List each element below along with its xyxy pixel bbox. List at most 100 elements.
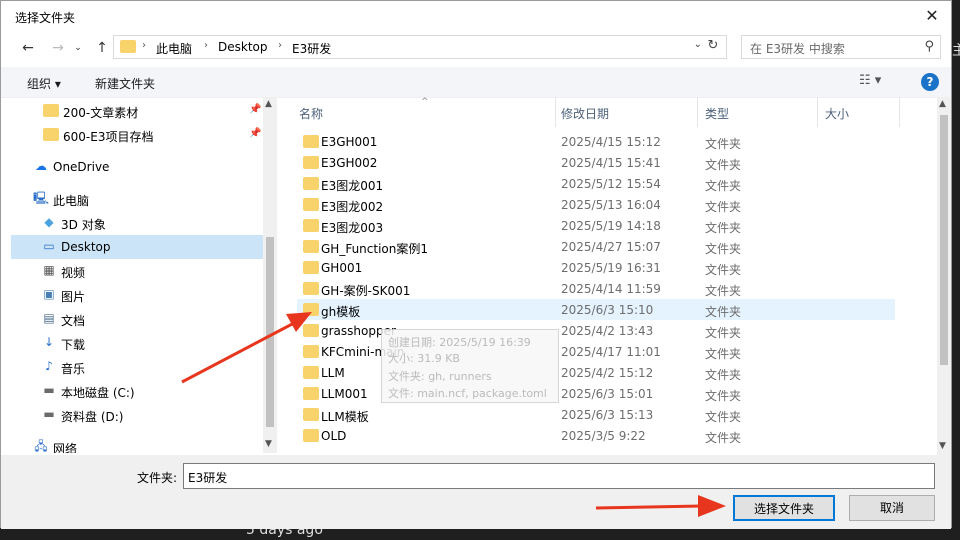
background-edge-char: 主 xyxy=(952,43,960,59)
tooltip-line: 文件夹: gh, runners xyxy=(388,370,492,383)
folder-icon xyxy=(303,282,319,295)
sidebar-item[interactable]: 200-文章素材 📌 xyxy=(11,99,263,123)
file-type: 文件夹 xyxy=(705,410,742,424)
file-date: 2025/4/15 15:12 xyxy=(561,135,661,149)
folder-icon xyxy=(303,345,319,358)
refresh-icon[interactable]: ↻ xyxy=(704,38,722,56)
sidebar-item[interactable]: ▬ 资料盘 (D:) xyxy=(11,403,263,427)
file-type: 文件夹 xyxy=(705,368,742,382)
sidebar-item-label: 资料盘 (D:) xyxy=(61,410,124,424)
folder-name-input[interactable]: E3研发 xyxy=(183,463,935,489)
dialog-footer: 文件夹: E3研发 选择文件夹 取消 xyxy=(1,455,951,529)
sidebar-item[interactable]: ▣ 图片 xyxy=(11,283,263,307)
sidebar-item[interactable]: ▤ 文档 xyxy=(11,307,263,331)
file-row[interactable]: E3GH001 2025/4/15 15:12 文件夹 xyxy=(297,131,895,152)
scroll-thumb[interactable] xyxy=(940,115,948,365)
column-header-size[interactable]: 大小 xyxy=(825,105,849,131)
file-type: 文件夹 xyxy=(705,389,742,403)
scroll-down-icon[interactable]: ▼ xyxy=(939,441,946,451)
breadcrumb-this-pc[interactable]: 此电脑 xyxy=(156,40,192,57)
address-bar[interactable]: › 此电脑 › Desktop › E3研发 ⌄ ↻ xyxy=(113,35,727,59)
file-type: 文件夹 xyxy=(705,263,742,277)
select-folder-dialog: 选择文件夹 ✕ ← → ⌄ ↑ › 此电脑 › Desktop › E3研发 ⌄… xyxy=(0,0,952,529)
video-icon: ▦ xyxy=(43,263,55,277)
sidebar-item[interactable]: ↓ 下载 xyxy=(11,331,263,355)
breadcrumb-chevron-icon[interactable]: › xyxy=(278,40,282,51)
scroll-up-icon[interactable]: ▲ xyxy=(265,99,272,109)
network-icon: 🖧 xyxy=(34,439,48,453)
file-name: GH_Function案例1 xyxy=(321,242,428,256)
music-icon: ♪ xyxy=(45,359,53,373)
file-row[interactable]: gh模板 2025/6/3 15:10 文件夹 xyxy=(297,299,895,320)
sidebar-item-label: 图片 xyxy=(61,290,86,304)
file-row[interactable]: LLM模板 2025/6/3 15:13 文件夹 xyxy=(297,404,895,425)
close-icon[interactable]: ✕ xyxy=(921,5,943,27)
navigation-scrollbar[interactable]: ▲ ▼ xyxy=(263,97,277,453)
file-row[interactable]: E3图龙003 2025/5/19 14:18 文件夹 xyxy=(297,215,895,236)
file-row[interactable]: OLD 2025/3/5 9:22 文件夹 xyxy=(297,425,895,446)
file-name: E3GH002 xyxy=(321,156,378,170)
sidebar-item-label: 音乐 xyxy=(61,362,86,376)
sidebar-item[interactable]: 🖳 此电脑 xyxy=(11,187,263,211)
pin-icon[interactable]: 📌 xyxy=(249,128,261,139)
recent-locations-chevron-icon[interactable]: ⌄ xyxy=(67,37,89,59)
sidebar-item[interactable]: 🖧 网络 xyxy=(11,435,263,454)
organize-menu[interactable]: 组织 ▾ xyxy=(27,75,61,92)
sidebar-item[interactable]: ▦ 视频 xyxy=(11,259,263,283)
folder-icon xyxy=(303,156,319,169)
file-row[interactable]: GH001 2025/5/19 16:31 文件夹 xyxy=(297,257,895,278)
column-header-date[interactable]: 修改日期 xyxy=(561,105,609,131)
sidebar-item[interactable]: ♪ 音乐 xyxy=(11,355,263,379)
column-header-type[interactable]: 类型 xyxy=(705,105,729,131)
search-box[interactable]: 在 E3研发 中搜索 ⚲ xyxy=(741,35,941,59)
column-divider[interactable] xyxy=(899,97,900,127)
column-header-name[interactable]: 名称 xyxy=(299,105,323,131)
computer-icon: 🖳 xyxy=(33,191,50,205)
file-row[interactable]: GH_Function案例1 2025/4/27 15:07 文件夹 xyxy=(297,236,895,257)
pin-icon[interactable]: 📌 xyxy=(249,104,261,115)
sidebar-item[interactable]: ▭ Desktop xyxy=(11,235,263,259)
address-dropdown-icon[interactable]: ⌄ xyxy=(694,39,702,50)
file-name: E3图龙003 xyxy=(321,221,384,235)
folder-icon xyxy=(303,135,319,148)
up-arrow-icon[interactable]: ↑ xyxy=(91,37,113,59)
column-divider[interactable] xyxy=(697,97,698,127)
view-options-icon[interactable]: ☷ ▾ xyxy=(859,73,881,88)
drive-icon: ▬ xyxy=(43,383,55,397)
sidebar-item[interactable]: ◆ 3D 对象 xyxy=(11,211,263,235)
folder-icon xyxy=(303,408,319,421)
scroll-up-icon[interactable]: ▲ xyxy=(939,99,946,109)
column-divider[interactable] xyxy=(817,97,818,127)
breadcrumb-desktop[interactable]: Desktop xyxy=(218,40,268,54)
tooltip-line: 创建日期: 2025/5/19 16:39 xyxy=(388,336,531,349)
drive-icon: ▬ xyxy=(43,407,55,421)
file-date: 2025/3/5 9:22 xyxy=(561,429,646,443)
sidebar-item-label: 200-文章素材 xyxy=(63,106,139,120)
breadcrumb-chevron-icon[interactable]: › xyxy=(204,40,208,51)
file-row[interactable]: E3图龙001 2025/5/12 15:54 文件夹 xyxy=(297,173,895,194)
sidebar-item[interactable]: ▬ 本地磁盘 (C:) xyxy=(11,379,263,403)
new-folder-button[interactable]: 新建文件夹 xyxy=(95,75,155,92)
scroll-thumb[interactable] xyxy=(266,237,274,427)
scroll-down-icon[interactable]: ▼ xyxy=(265,439,272,449)
file-row[interactable]: E3图龙002 2025/5/13 16:04 文件夹 xyxy=(297,194,895,215)
folder-info-tooltip: 创建日期: 2025/5/19 16:39 大小: 31.9 KB 文件夹: g… xyxy=(381,329,559,403)
sidebar-item[interactable]: 600-E3项目存档 📌 xyxy=(11,123,263,147)
file-name: OLD xyxy=(321,429,347,443)
folder-icon xyxy=(303,198,319,211)
cancel-button[interactable]: 取消 xyxy=(849,495,935,521)
breadcrumb-e3[interactable]: E3研发 xyxy=(292,40,331,57)
sidebar-item-label: 文档 xyxy=(61,314,86,328)
picture-icon: ▣ xyxy=(43,287,55,301)
help-icon[interactable]: ? xyxy=(921,73,939,91)
file-list-scrollbar[interactable]: ▲ ▼ xyxy=(937,97,951,455)
file-type: 文件夹 xyxy=(705,326,742,340)
breadcrumb-chevron-icon[interactable]: › xyxy=(142,40,146,51)
sidebar-item[interactable]: ☁ OneDrive xyxy=(11,155,263,179)
forward-arrow-icon[interactable]: → xyxy=(47,37,69,59)
file-row[interactable]: GH-案例-SK001 2025/4/14 11:59 文件夹 xyxy=(297,278,895,299)
column-divider[interactable] xyxy=(555,97,556,127)
select-folder-button[interactable]: 选择文件夹 xyxy=(733,495,835,521)
back-arrow-icon[interactable]: ← xyxy=(17,37,39,59)
file-row[interactable]: E3GH002 2025/4/15 15:41 文件夹 xyxy=(297,152,895,173)
